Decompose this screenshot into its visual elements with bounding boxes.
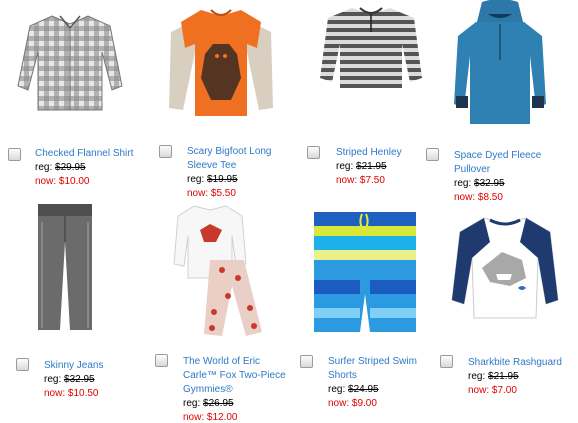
reg-price: $29.95 <box>55 162 86 173</box>
now-label: now: <box>328 398 350 409</box>
reg-label: reg: <box>35 162 53 173</box>
product-checkbox[interactable] <box>300 355 313 368</box>
reg-label: reg: <box>336 161 354 172</box>
product-image-checked-flannel-shirt[interactable] <box>14 6 126 118</box>
product-checkbox[interactable] <box>440 355 453 368</box>
now-label: now: <box>454 192 476 203</box>
now-label: now: <box>183 412 205 423</box>
now-price: $5.50 <box>210 188 236 199</box>
now-price: $8.50 <box>477 192 503 203</box>
now-price: $9.00 <box>351 398 377 409</box>
reg-label: reg: <box>187 174 205 185</box>
reg-label: reg: <box>44 374 62 385</box>
product-name-link[interactable]: Skinny Jeans <box>44 359 144 373</box>
product-image-scary-bigfoot-tee[interactable] <box>165 4 277 122</box>
product-image-skinny-jeans[interactable] <box>34 202 96 332</box>
now-label: now: <box>187 188 209 199</box>
product-name-link[interactable]: Surfer Striped Swim Shorts <box>328 355 440 383</box>
product-checkbox[interactable] <box>155 354 168 367</box>
product-image-fox-gymmies[interactable] <box>172 200 264 338</box>
product-name-link[interactable]: The World of Eric Carle™ Fox Two-Piece G… <box>183 355 295 397</box>
reg-price: $26.95 <box>203 398 234 409</box>
product-image-fleece-pullover[interactable] <box>452 0 548 128</box>
now-price: $7.00 <box>491 385 517 396</box>
product-image-striped-henley[interactable] <box>318 4 424 90</box>
product-image-swim-shorts[interactable] <box>312 210 418 336</box>
now-price: $7.50 <box>359 175 385 186</box>
product-checkbox[interactable] <box>8 148 21 161</box>
product-image-sharkbite-rashguard[interactable] <box>450 214 560 322</box>
reg-label: reg: <box>328 384 346 395</box>
reg-price: $32.95 <box>474 178 505 189</box>
now-label: now: <box>468 385 490 396</box>
reg-label: reg: <box>183 398 201 409</box>
product-name-link[interactable]: Sharkbite Rashguard <box>468 356 574 370</box>
now-label: now: <box>44 388 66 399</box>
product-name-link[interactable]: Scary Bigfoot Long Sleeve Tee <box>187 145 287 173</box>
reg-price: $21.95 <box>488 371 519 382</box>
reg-price: $19.95 <box>207 174 238 185</box>
now-price: $10.00 <box>58 176 90 187</box>
product-name-link[interactable]: Striped Henley <box>336 146 426 160</box>
product-name-link[interactable]: Space Dyed Fleece Pullover <box>454 149 554 177</box>
reg-label: reg: <box>468 371 486 382</box>
product-name-link[interactable]: Checked Flannel Shirt <box>35 147 147 161</box>
now-label: now: <box>336 175 358 186</box>
product-checkbox[interactable] <box>159 145 172 158</box>
now-label: now: <box>35 176 57 187</box>
reg-label: reg: <box>454 178 472 189</box>
reg-price: $21.95 <box>356 161 387 172</box>
product-checkbox[interactable] <box>16 358 29 371</box>
reg-price: $32.95 <box>64 374 95 385</box>
product-checkbox[interactable] <box>426 148 439 161</box>
now-price: $10.50 <box>67 388 99 399</box>
now-price: $12.00 <box>206 412 238 423</box>
reg-price: $24.95 <box>348 384 379 395</box>
product-checkbox[interactable] <box>307 146 320 159</box>
